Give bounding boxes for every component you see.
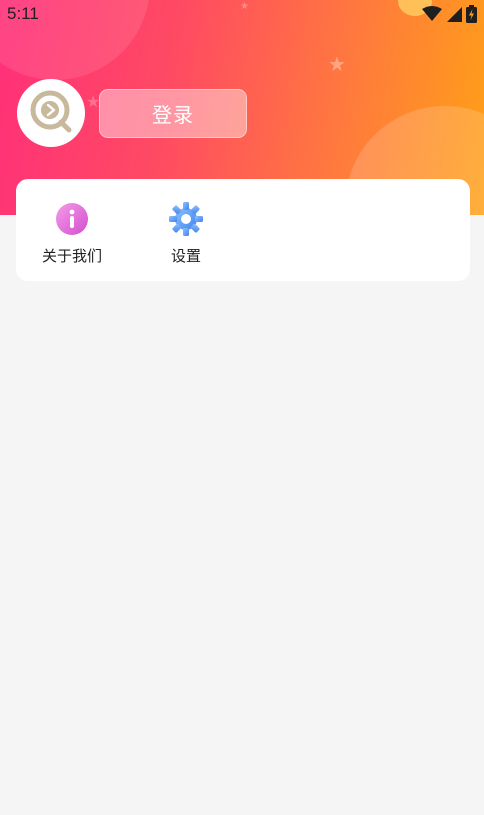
star-icon: ★ — [328, 52, 346, 76]
login-button[interactable]: 登录 — [99, 89, 247, 138]
status-time: 5:11 — [7, 4, 39, 23]
info-icon — [54, 201, 90, 237]
cellular-signal-icon — [446, 6, 462, 22]
gear-icon — [168, 201, 204, 237]
status-icons — [422, 5, 477, 23]
about-us-item[interactable]: 关于我们 — [22, 201, 122, 271]
status-bar: 5:11 — [0, 0, 484, 28]
menu-card: 关于我们 设置 — [16, 179, 470, 281]
app-logo-icon — [29, 89, 73, 137]
settings-label: 设置 — [170, 247, 201, 265]
settings-item[interactable]: 设置 — [136, 201, 236, 271]
wifi-icon — [422, 6, 442, 22]
battery-charging-icon — [466, 5, 477, 23]
avatar[interactable] — [17, 79, 85, 147]
about-us-label: 关于我们 — [41, 247, 102, 265]
